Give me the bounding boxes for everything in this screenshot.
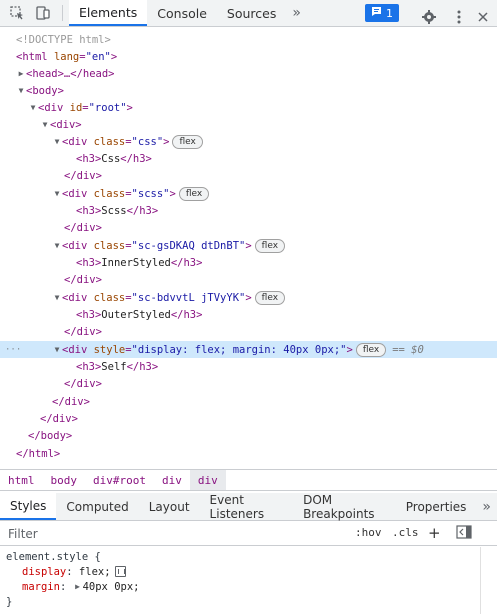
message-icon [371,6,382,20]
div-close-node[interactable]: </div> [0,323,497,340]
h3-node[interactable]: <h3> Scss </h3> [0,202,497,219]
more-actions-dots[interactable]: ··· [5,345,21,355]
tab-computed[interactable]: Computed [56,493,138,520]
tab-dom-breakpoints[interactable]: DOM Breakpoints [293,493,396,521]
div-close-node[interactable]: </div> [0,410,497,427]
collapse-triangle-icon[interactable]: ▼ [28,103,38,112]
breadcrumb-div-root[interactable]: div#root [85,470,154,490]
div-css-node[interactable]: ▼ <div class = "css" > flex [0,133,497,150]
close-icon[interactable] [470,4,496,30]
h3-node[interactable]: <h3> OuterStyled </h3> [0,306,497,323]
tab-sources[interactable]: Sources [217,0,286,26]
div-close-node[interactable]: </div> [0,167,497,184]
div-root-node[interactable]: ▼ <div id = "root" > [0,99,497,116]
tab-layout[interactable]: Layout [139,493,200,520]
element-style-selector: element.style { [6,550,101,563]
flex-badge[interactable]: flex [355,342,387,357]
sidebar-tabs: Styles Computed Layout Event Listeners D… [0,493,497,521]
class-toggle[interactable]: .cls [392,526,419,539]
issues-count: 1 [386,6,393,20]
flexbox-editor-icon[interactable] [114,566,126,577]
tab-properties[interactable]: Properties [396,493,477,520]
inspect-element-icon[interactable] [4,0,30,26]
flex-badge[interactable]: flex [254,238,286,253]
body-node[interactable]: ▼ <body> [0,82,497,99]
collapse-triangle-icon[interactable]: ▼ [52,293,62,302]
style-declaration-margin[interactable]: margin: ▶ 40px 0px; [22,579,140,594]
selected-element-marker: == $0 [392,343,424,356]
div-scss-node[interactable]: ▼ <div class = "scss" > flex [0,185,497,202]
tab-styles[interactable]: Styles [0,493,57,520]
new-style-rule-button[interactable]: + [428,524,441,542]
toggle-sidebar-icon[interactable] [456,525,472,542]
element-style-close: } [6,595,13,608]
breadcrumb-html[interactable]: html [0,470,43,490]
issues-button[interactable]: 1 [365,4,399,22]
styles-filter-bar: :hov .cls + [0,522,497,546]
breadcrumb-div[interactable]: div [154,470,190,490]
head-node[interactable]: ▶ <head>…</head> [0,65,497,82]
div-innerstyled-node[interactable]: ▼ <div class = "sc-gsDKAQ dtDnBT" > flex [0,237,497,254]
styles-filter-input[interactable] [8,526,338,541]
collapse-triangle-icon[interactable]: ▼ [40,120,50,129]
h3-node[interactable]: <h3> InnerStyled </h3> [0,254,497,271]
collapse-triangle-icon[interactable]: ▼ [16,86,26,95]
flex-badge[interactable]: flex [178,186,210,201]
flex-badge[interactable]: flex [172,134,203,149]
h3-node[interactable]: <h3> Self </h3> [0,358,497,375]
pane-divider [480,547,481,614]
div-self-node-selected[interactable]: ··· ▼ <div style = "display: flex; margin: … [0,341,497,358]
collapse-triangle-icon[interactable]: ▼ [52,189,62,198]
flex-badge[interactable]: flex [254,290,286,305]
div-close-node[interactable]: </div> [0,271,497,288]
collapse-triangle-icon[interactable]: ▼ [52,241,62,250]
toolbar-divider [62,5,63,21]
div-close-node[interactable]: </div> [0,375,497,392]
div-wrapper-node[interactable]: ▼ <div> [0,116,497,133]
expand-triangle-icon[interactable]: ▶ [73,582,83,591]
hover-state-toggle[interactable]: :hov [355,526,382,539]
breadcrumb-body[interactable]: body [43,470,86,490]
dom-tree: <!DOCTYPE html> <html lang = "en" > ▶ <head>… [0,28,497,466]
breadcrumb-div-selected[interactable]: div [189,470,226,490]
more-options-icon[interactable] [446,4,472,30]
devtools-toolbar: Elements Console Sources » 1 [0,0,497,27]
html-node[interactable]: <html lang = "en" > [0,48,497,65]
html-close-node[interactable]: </html> [0,445,497,462]
h3-node[interactable]: <h3> Css </h3> [0,150,497,167]
div-close-node[interactable]: </div> [0,219,497,236]
tab-event-listeners[interactable]: Event Listeners [200,493,294,521]
body-close-node[interactable]: </body> [0,427,497,444]
doctype-node[interactable]: <!DOCTYPE html> [0,31,497,48]
div-outerstyled-node[interactable]: ▼ <div class = "sc-bdvvtL jTVyYK" > flex [0,289,497,306]
settings-gear-icon[interactable] [416,4,442,30]
more-sidebar-tabs-button[interactable]: » [476,499,497,515]
device-toolbar-icon[interactable] [30,0,56,26]
styles-pane: element.style { display: flex; margin: ▶… [0,547,497,614]
collapse-triangle-icon[interactable]: ▼ [52,137,62,146]
more-tabs-button[interactable]: » [286,5,307,21]
style-declaration-display[interactable]: display: flex; [22,564,126,579]
tab-console[interactable]: Console [147,0,217,26]
tab-elements[interactable]: Elements [69,0,148,26]
collapse-triangle-icon[interactable]: ▼ [52,345,62,354]
expand-triangle-icon[interactable]: ▶ [16,69,26,78]
div-close-node[interactable]: </div> [0,393,497,410]
breadcrumb: html body div#root div div [0,469,497,491]
